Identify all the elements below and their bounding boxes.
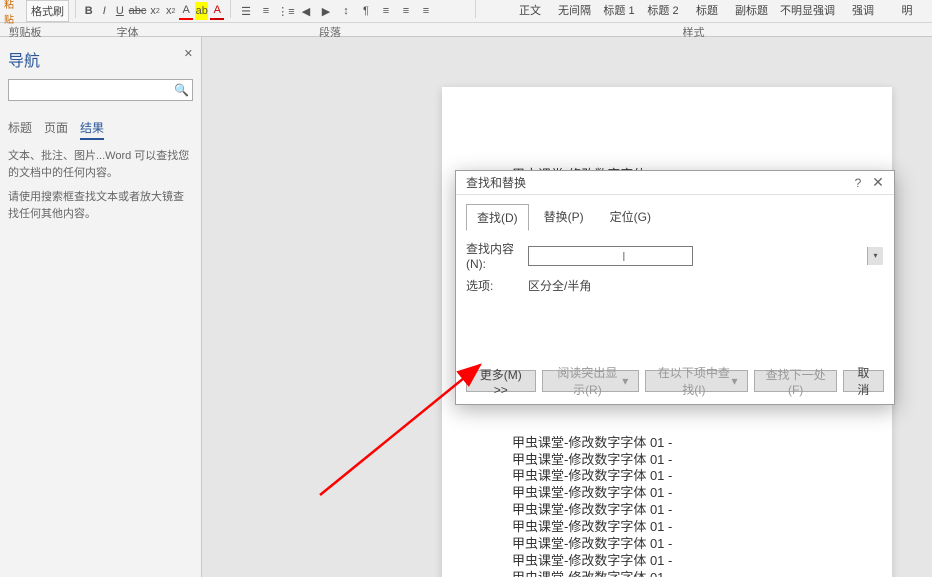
find-next-button[interactable]: 查找下一处(F) [754,370,836,392]
paste-icon[interactable]: 粘贴 [4,2,22,20]
increase-indent-icon[interactable]: ▶ [317,2,335,20]
superscript-icon[interactable]: x2 [164,2,178,20]
format-brush-button[interactable]: 格式刷 [26,0,69,22]
style-subtitle[interactable]: 副标题 [730,0,773,20]
dialog-tabs: 查找(D) 替换(P) 定位(G) [466,203,884,230]
find-content-label: 查找内容(N): [466,240,528,271]
font-color-icon[interactable]: A [179,2,193,20]
paragraph-mark-icon[interactable]: ¶ [357,2,375,20]
doc-line: 甲虫课堂-修改数字字体 01 - [512,519,822,536]
align-right-icon[interactable]: ≡ [417,2,435,20]
paragraph-label: 段落 [205,23,455,36]
highlight-icon[interactable]: ab [195,2,209,20]
style-normal[interactable]: 正文 [509,0,551,20]
clipboard-label: 剪贴板 [0,23,50,36]
italic-icon[interactable]: I [98,2,112,20]
nav-tab-headings[interactable]: 标题 [8,119,32,140]
sort-icon[interactable]: ↕ [337,2,355,20]
nav-search-input[interactable] [8,79,193,101]
clipboard-section: 粘贴 格式刷 [0,0,73,22]
subscript-icon[interactable]: x2 [148,2,162,20]
nav-tabs: 标题 页面 结果 [8,119,193,140]
multilevel-list-icon[interactable]: ⋮≡ [277,2,295,20]
options-value: 区分全/半角 [528,277,591,294]
strikethrough-icon[interactable]: abc [129,2,147,20]
font-section: B I U abc x2 x2 A ab A [78,0,228,22]
dialog-tab-replace[interactable]: 替换(P) [533,203,595,230]
bold-icon[interactable]: B [82,2,96,20]
style-title[interactable]: 标题 [686,0,728,20]
paragraph-section: ☰ ≡ ⋮≡ ◀ ▶ ↕ ¶ ≡ ≡ ≡ [233,0,473,22]
bullet-list-icon[interactable]: ☰ [237,2,255,20]
number-list-icon[interactable]: ≡ [257,2,275,20]
ribbon-section-labels: 剪贴板 字体 段落 样式 [0,23,932,37]
dialog-titlebar[interactable]: 查找和替换 ? ✕ [456,171,894,195]
nav-title: 导航 [8,47,193,71]
align-center-icon[interactable]: ≡ [397,2,415,20]
font-label: 字体 [50,23,205,36]
nav-tab-pages[interactable]: 页面 [44,119,68,140]
find-replace-dialog: 查找和替换 ? ✕ 查找(D) 替换(P) 定位(G) 查找内容(N): I ▾… [455,170,895,405]
doc-line: 甲虫课堂-修改数字字体 01 - [512,570,822,577]
doc-line: 甲虫课堂-修改数字字体 01 - [512,452,822,469]
doc-line: 甲虫课堂-修改数字字体 01 - [512,502,822,519]
doc-line: 甲虫课堂-修改数字字体 01 - [512,435,822,452]
dialog-title: 查找和替换 [466,174,848,191]
style-more[interactable]: 明 [886,0,928,20]
decrease-indent-icon[interactable]: ◀ [297,2,315,20]
dialog-close-icon[interactable]: ✕ [868,174,888,191]
find-dropdown-icon[interactable]: ▾ [867,247,883,265]
style-emphasis[interactable]: 强调 [842,0,884,20]
style-heading1[interactable]: 标题 1 [598,0,640,20]
cancel-button[interactable]: 取消 [843,370,884,392]
doc-line: 甲虫课堂-修改数字字体 01 - [512,536,822,553]
doc-line: 甲虫课堂-修改数字字体 01 - [512,468,822,485]
dialog-help-icon[interactable]: ? [848,176,868,190]
align-left-icon[interactable]: ≡ [377,2,395,20]
style-subtle-emphasis[interactable]: 不明显强调 [775,0,840,20]
search-icon[interactable]: 🔍 [174,83,189,97]
doc-line: 甲虫课堂-修改数字字体 01 - [512,553,822,570]
reading-highlight-button[interactable]: 阅读突出显示(R) ▾ [542,370,640,392]
styles-label: 样式 [455,23,932,36]
nav-help-text-1: 文本、批注、图片...Word 可以查找您的文档中的任何内容。 [8,148,193,181]
options-label: 选项: [466,277,528,294]
styles-gallery: 正文 无间隔 标题 1 标题 2 标题 副标题 不明显强调 强调 明 [509,0,932,22]
navigation-pane: 导航 ✕ 🔍 标题 页面 结果 文本、批注、图片...Word 可以查找您的文档… [0,37,202,577]
ribbon-toolbar: 粘贴 格式刷 B I U abc x2 x2 A ab A ☰ ≡ ⋮≡ ◀ ▶… [0,0,932,23]
nav-help-text-2: 请使用搜索框查找文本或者放大镜查找任何其他内容。 [8,189,193,222]
font-color2-icon[interactable]: A [210,2,224,20]
doc-line: 甲虫课堂-修改数字字体 01 - [512,485,822,502]
find-in-button[interactable]: 在以下项中查找(I) ▾ [645,370,748,392]
style-nospacing[interactable]: 无间隔 [553,0,596,20]
dialog-tab-goto[interactable]: 定位(G) [599,203,662,230]
nav-tab-results[interactable]: 结果 [80,119,104,140]
nav-close-icon[interactable]: ✕ [184,47,193,60]
style-heading2[interactable]: 标题 2 [642,0,684,20]
underline-icon[interactable]: U [113,2,127,20]
more-button[interactable]: 更多(M) >> [466,370,536,392]
find-content-input[interactable] [528,246,693,266]
dialog-tab-find[interactable]: 查找(D) [466,204,529,231]
